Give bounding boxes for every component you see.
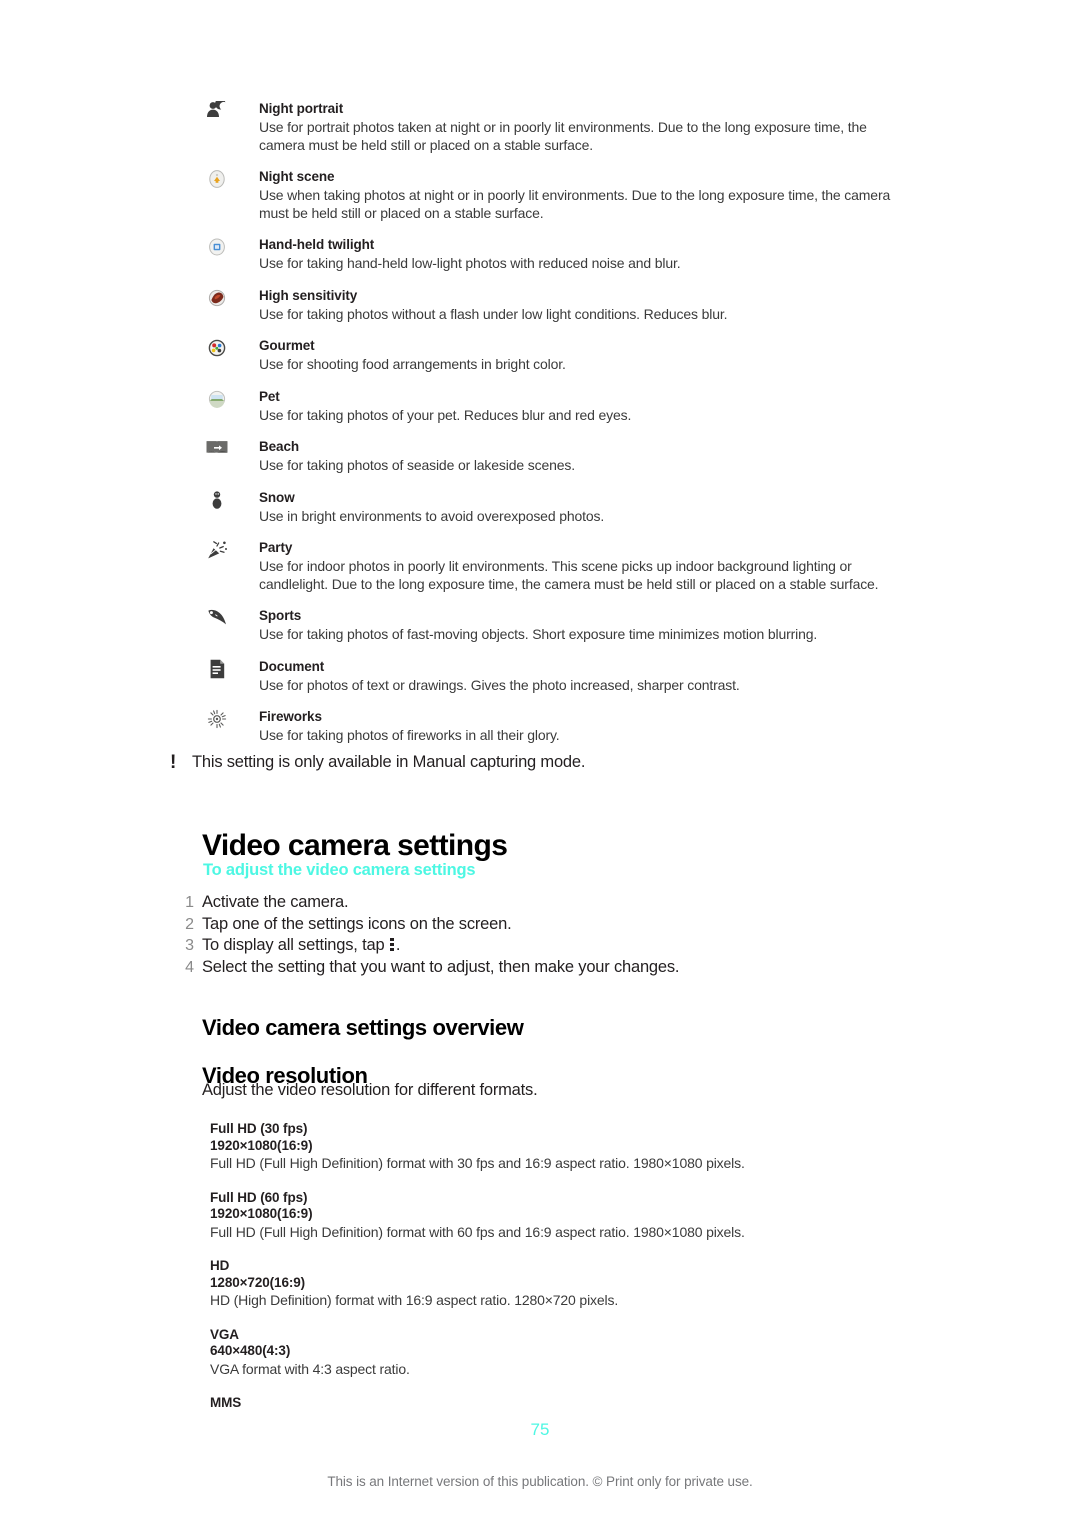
scene-mode-description: Use for photos of text or drawings. Give… (259, 676, 740, 693)
step-text: Activate the camera. (202, 893, 349, 911)
resolution-item: MMS (210, 1395, 970, 1412)
beach-icon (205, 439, 229, 459)
resolution-description: VGA format with 4:3 aspect ratio. (210, 1360, 410, 1377)
list-item: 3 To display all settings, tap . (170, 935, 950, 957)
resolution-term: HD (210, 1258, 230, 1273)
step-number: 1 (185, 894, 194, 911)
step-text-before: To display all settings, tap (202, 936, 389, 954)
resolution-dimensions: 1920×1080(16:9) (210, 1137, 313, 1153)
sports-icon (205, 608, 229, 628)
scene-mode-description: Use for shooting food arrangements in br… (259, 356, 566, 372)
scene-mode-title: Night scene (259, 169, 335, 184)
procedure-heading: To adjust the video camera settings (203, 861, 476, 879)
resolution-description: Full HD (Full High Definition) format wi… (210, 1155, 745, 1171)
scene-mode-description: Use for taking photos without a flash un… (259, 305, 728, 322)
scene-mode-title: Snow (259, 489, 295, 505)
night-scene-icon (205, 169, 229, 189)
resolution-item: HD 1280×720(16:9) HD (High Definition) f… (210, 1258, 970, 1310)
video-resolution-list: Full HD (30 fps) 1920×1080(16:9) Full HD… (210, 1121, 970, 1429)
scene-mode-item: Hand-held twilight Use for taking hand-h… (0, 236, 1080, 273)
resolution-item: Full HD (30 fps) 1920×1080(16:9) Full HD… (210, 1121, 970, 1173)
resolution-dimensions: 1280×720(16:9) (210, 1274, 306, 1290)
scene-mode-item: Party Use for indoor photos in poorly li… (0, 539, 1080, 593)
step-text: To display all settings, tap . (202, 935, 400, 957)
scene-mode-description: Use for taking photos of seaside or lake… (259, 457, 575, 473)
step-text-after: . (395, 936, 401, 954)
overflow-menu-icon (389, 938, 395, 951)
resolution-term: VGA (210, 1326, 239, 1342)
resolution-term: Full HD (30 fps) (210, 1121, 308, 1136)
resolution-item: Full HD (60 fps) 1920×1080(16:9) Full HD… (210, 1190, 970, 1242)
scene-mode-item: High sensitivity Use for taking photos w… (0, 287, 1080, 324)
scene-mode-description: Use for indoor photos in poorly lit envi… (259, 558, 879, 592)
list-item: 4 Select the setting that you want to ad… (170, 957, 950, 979)
scene-mode-description: Use for taking photos of fireworks in al… (259, 727, 560, 743)
scene-mode-title: Gourmet (259, 338, 315, 353)
scene-mode-description: Use for taking photos of your pet. Reduc… (259, 406, 632, 423)
procedure-steps: 1 Activate the camera. 2 Tap one of the … (170, 892, 950, 978)
scene-mode-item: Sports Use for taking photos of fast-mov… (0, 607, 1080, 644)
resolution-description: HD (High Definition) format with 16:9 as… (210, 1292, 619, 1308)
step-number: 2 (185, 915, 194, 933)
scene-mode-title: Party (259, 540, 293, 555)
resolution-description: Full HD (Full High Definition) format wi… (210, 1223, 745, 1240)
scene-mode-title: High sensitivity (259, 287, 358, 303)
scene-mode-title: Sports (259, 608, 302, 623)
video-resolution-lead: Adjust the video resolution for differen… (202, 1081, 538, 1099)
scene-mode-item: Beach Use for taking photos of seaside o… (0, 438, 1080, 475)
scene-mode-title: Beach (259, 439, 300, 454)
resolution-term: MMS (210, 1395, 242, 1410)
document-icon (205, 659, 229, 679)
resolution-term: Full HD (60 fps) (210, 1189, 308, 1205)
scene-mode-description: Use for portrait photos taken at night o… (259, 119, 867, 153)
party-icon (205, 540, 229, 560)
step-text: Select the setting that you want to adju… (202, 957, 680, 976)
pet-icon (205, 389, 229, 409)
list-item: 1 Activate the camera. (170, 892, 950, 914)
hand-held-twilight-icon (205, 237, 229, 257)
scene-mode-description: Use for taking hand-held low-light photo… (259, 255, 681, 271)
note-text: This setting is only available in Manual… (192, 753, 586, 771)
scene-mode-description: Use in bright environments to avoid over… (259, 507, 605, 524)
resolution-dimensions: 640×480(4:3) (210, 1343, 291, 1358)
scene-mode-description: Use when taking photos at night or in po… (259, 187, 891, 221)
night-portrait-icon (205, 101, 229, 121)
page-number: 75 (530, 1420, 550, 1439)
step-number: 4 (185, 958, 194, 976)
resolution-dimensions: 1920×1080(16:9) (210, 1206, 313, 1221)
footer-note: This is an Internet version of this publ… (327, 1474, 753, 1489)
scene-mode-item: Night portrait Use for portrait photos t… (0, 100, 1080, 154)
scene-mode-item: Night scene Use when taking photos at ni… (0, 168, 1080, 222)
scene-mode-title: Night portrait (259, 101, 344, 116)
scene-mode-description: Use for taking photos of fast-moving obj… (259, 626, 818, 642)
exclamation-icon: ! (170, 752, 177, 773)
scene-mode-item: Fireworks Use for taking photos of firew… (0, 708, 1080, 745)
snow-icon (205, 490, 229, 510)
overview-heading: Video camera settings overview (202, 1015, 524, 1041)
note-callout: ! This setting is only available in Manu… (170, 752, 930, 773)
step-number: 3 (185, 937, 194, 954)
gourmet-icon (205, 338, 229, 358)
scene-mode-item: Snow Use in bright environments to avoid… (0, 489, 1080, 526)
scene-mode-title: Fireworks (259, 709, 322, 724)
list-item: 2 Tap one of the settings icons on the s… (170, 914, 950, 936)
scene-mode-item: Gourmet Use for shooting food arrangemen… (0, 337, 1080, 374)
scene-mode-item: Pet Use for taking photos of your pet. R… (0, 388, 1080, 425)
fireworks-icon (205, 709, 229, 729)
step-text: Tap one of the settings icons on the scr… (202, 914, 512, 933)
scene-mode-item: Document Use for photos of text or drawi… (0, 658, 1080, 695)
resolution-item: VGA 640×480(4:3) VGA format with 4:3 asp… (210, 1327, 970, 1379)
document-page: Night portrait Use for portrait photos t… (0, 0, 1080, 1527)
scene-mode-title: Hand-held twilight (259, 237, 375, 252)
scene-mode-title: Pet (259, 388, 280, 404)
high-sensitivity-icon (205, 288, 229, 308)
scene-mode-list: Night portrait Use for portrait photos t… (0, 100, 1080, 759)
scene-mode-title: Document (259, 658, 325, 674)
page-title: Video camera settings (202, 829, 508, 863)
